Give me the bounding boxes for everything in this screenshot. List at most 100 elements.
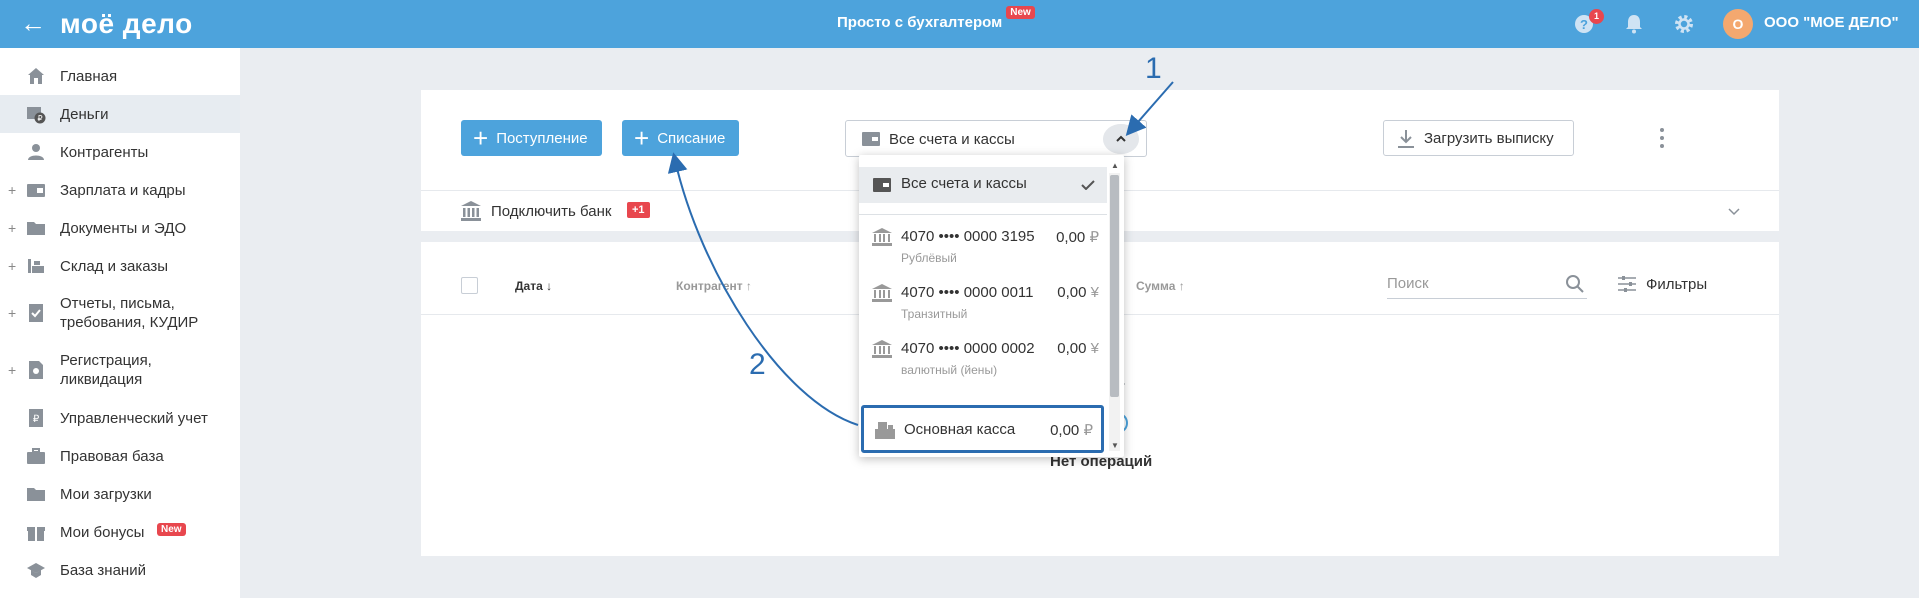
bank-icon bbox=[461, 201, 481, 221]
salary-icon bbox=[27, 184, 45, 197]
expand-plus-icon[interactable]: + bbox=[8, 305, 16, 321]
dropdown-separator bbox=[859, 214, 1107, 215]
org-name[interactable]: ООО "МОЕ ДЕЛО" bbox=[1764, 14, 1899, 31]
kebab-menu-icon[interactable] bbox=[1654, 125, 1670, 151]
sidebar-item-warehouse[interactable]: + Склад и заказы bbox=[0, 247, 240, 285]
column-date[interactable]: Дата ↓ bbox=[515, 279, 552, 293]
gear-icon[interactable] bbox=[1670, 10, 1698, 38]
sidebar: Главная ₽ Деньги Контрагенты + Зарплата … bbox=[0, 48, 240, 598]
bell-icon[interactable] bbox=[1620, 10, 1648, 38]
income-button-label: Поступление bbox=[496, 129, 588, 147]
search-input[interactable] bbox=[1387, 269, 1587, 299]
expense-button-label: Списание bbox=[657, 129, 726, 147]
dropdown-item-account[interactable]: 4070 •••• 0000 0002 валютный (йены) 0,00… bbox=[859, 337, 1107, 387]
sidebar-item-label: Отчеты, письма, требования, КУДИР bbox=[60, 295, 199, 331]
column-amount[interactable]: Сумма ↑ bbox=[1136, 279, 1185, 293]
sidebar-item-label: Мои бонусы bbox=[60, 523, 145, 541]
avatar[interactable]: О bbox=[1723, 9, 1753, 39]
dropdown-item-all[interactable]: Все счета и кассы bbox=[859, 167, 1107, 203]
sidebar-item-contacts[interactable]: Контрагенты bbox=[0, 133, 240, 171]
help-count-badge: 1 bbox=[1589, 9, 1604, 24]
sidebar-item-label: База знаний bbox=[60, 561, 146, 579]
upload-statement-button[interactable]: Загрузить выписку bbox=[1383, 120, 1574, 156]
sidebar-item-label: Главная bbox=[60, 67, 118, 85]
sidebar-item-registration[interactable]: + Регистрация, ликвидация bbox=[0, 342, 240, 398]
sidebar-item-label: Зарплата и кадры bbox=[60, 181, 186, 199]
sidebar-item-label: Управленческий учет bbox=[60, 409, 208, 427]
sidebar-item-downloads[interactable]: Мои загрузки bbox=[0, 475, 240, 513]
search-icon[interactable] bbox=[1565, 274, 1585, 294]
logo[interactable]: моё дело bbox=[60, 8, 193, 40]
sidebar-item-knowledge[interactable]: База знаний bbox=[0, 551, 240, 589]
sidebar-item-salary[interactable]: + Зарплата и кадры bbox=[0, 171, 240, 209]
connect-bank-link[interactable]: Подключить банк bbox=[491, 203, 611, 220]
wallet-icon bbox=[862, 132, 880, 146]
sidebar-item-label: Правовая база bbox=[60, 447, 164, 465]
folder-icon bbox=[27, 222, 45, 235]
wallet-icon bbox=[873, 178, 891, 192]
annotation-step-2: 2 bbox=[749, 348, 766, 381]
promo-link[interactable]: Просто с бухгалтеромNew bbox=[837, 6, 1035, 31]
sidebar-item-label: Деньги bbox=[60, 105, 109, 123]
sidebar-item-reports[interactable]: + Отчеты, письма, требования, КУДИР bbox=[0, 285, 240, 341]
money-icon: ₽ bbox=[27, 107, 46, 124]
account-number: 4070 •••• 0000 3195 bbox=[901, 228, 1035, 245]
account-select-value: Все счета и кассы bbox=[889, 131, 1015, 148]
promo-new-badge: New bbox=[1006, 6, 1035, 19]
svg-text:₽: ₽ bbox=[33, 414, 40, 425]
bank-icon bbox=[872, 228, 892, 246]
account-number: 4070 •••• 0000 0002 bbox=[901, 340, 1035, 357]
dropdown-item-account[interactable]: 4070 •••• 0000 0011 Транзитный 0,00 ¥ bbox=[859, 281, 1107, 331]
dropdown-item-label: Все счета и кассы bbox=[901, 175, 1027, 192]
dropdown-item-account[interactable]: 4070 •••• 0000 3195 Рублёвый 0,00 ₽ bbox=[859, 225, 1107, 275]
bonuses-new-badge: New bbox=[157, 523, 186, 536]
expand-plus-icon[interactable]: + bbox=[8, 362, 16, 378]
sidebar-item-documents[interactable]: + Документы и ЭДО bbox=[0, 209, 240, 247]
back-arrow-icon[interactable]: ← bbox=[20, 9, 46, 37]
bank-count-badge: +1 bbox=[627, 202, 650, 218]
upload-statement-label: Загрузить выписку bbox=[1424, 130, 1554, 147]
account-type: валютный (йены) bbox=[901, 363, 998, 377]
management-icon: ₽ bbox=[29, 409, 43, 427]
annotation-step-1: 1 bbox=[1145, 52, 1162, 85]
filters-button: Фильтры bbox=[1646, 276, 1708, 293]
account-number: 4070 •••• 0000 0011 bbox=[901, 284, 1034, 301]
promo-label: Просто с бухгалтером bbox=[837, 14, 1003, 31]
folder-icon bbox=[27, 488, 45, 501]
account-dropdown: Все счета и кассы 4070 •••• 0000 3195 Ру… bbox=[859, 155, 1124, 457]
account-amount: 0,00 ¥ bbox=[1057, 340, 1099, 357]
sidebar-item-legal[interactable]: Правовая база bbox=[0, 437, 240, 475]
expand-plus-icon[interactable]: + bbox=[8, 220, 16, 236]
amount-value: 0,00 bbox=[1056, 229, 1086, 246]
chevron-down-icon[interactable] bbox=[1726, 203, 1742, 219]
income-button[interactable]: + Поступление bbox=[461, 120, 602, 156]
column-counterparty[interactable]: Контрагент ↑ bbox=[676, 279, 752, 293]
sidebar-item-label: Мои загрузки bbox=[60, 485, 152, 503]
sidebar-item-bonuses[interactable]: Мои бонусы New bbox=[0, 513, 240, 551]
sidebar-item-label: Регистрация, ликвидация bbox=[60, 352, 152, 388]
filter-icon[interactable] bbox=[1617, 275, 1637, 293]
home-icon bbox=[28, 68, 44, 84]
expand-plus-icon[interactable]: + bbox=[8, 258, 16, 274]
registration-icon bbox=[29, 361, 43, 379]
scroll-up-arrow-icon[interactable]: ▲ bbox=[1111, 161, 1119, 170]
sidebar-item-money[interactable]: ₽ Деньги bbox=[0, 95, 240, 133]
amount-value: 0,00 bbox=[1057, 284, 1087, 301]
select-all-checkbox[interactable] bbox=[461, 277, 478, 294]
dropdown-scrollbar-thumb[interactable] bbox=[1110, 175, 1119, 397]
expense-button[interactable]: + Списание bbox=[622, 120, 740, 156]
currency-symbol: ¥ bbox=[1090, 340, 1099, 357]
chevron-up-icon[interactable] bbox=[1103, 124, 1139, 154]
sidebar-item-management[interactable]: ₽ Управленческий учет bbox=[0, 399, 240, 437]
scroll-down-arrow-icon[interactable]: ▼ bbox=[1111, 441, 1119, 450]
bank-icon bbox=[872, 284, 892, 302]
bank-icon bbox=[872, 340, 892, 358]
currency-symbol: ₽ bbox=[1089, 229, 1099, 246]
sidebar-item-home[interactable]: Главная bbox=[0, 57, 240, 95]
account-type: Рублёвый bbox=[901, 251, 957, 265]
graduation-cap-icon bbox=[27, 563, 45, 578]
contacts-icon bbox=[28, 144, 44, 160]
expand-plus-icon[interactable]: + bbox=[8, 182, 16, 198]
account-select[interactable]: Все счета и кассы bbox=[845, 120, 1147, 157]
top-bar: ← моё дело Просто с бухгалтеромNew ? 1 О… bbox=[0, 0, 1919, 48]
